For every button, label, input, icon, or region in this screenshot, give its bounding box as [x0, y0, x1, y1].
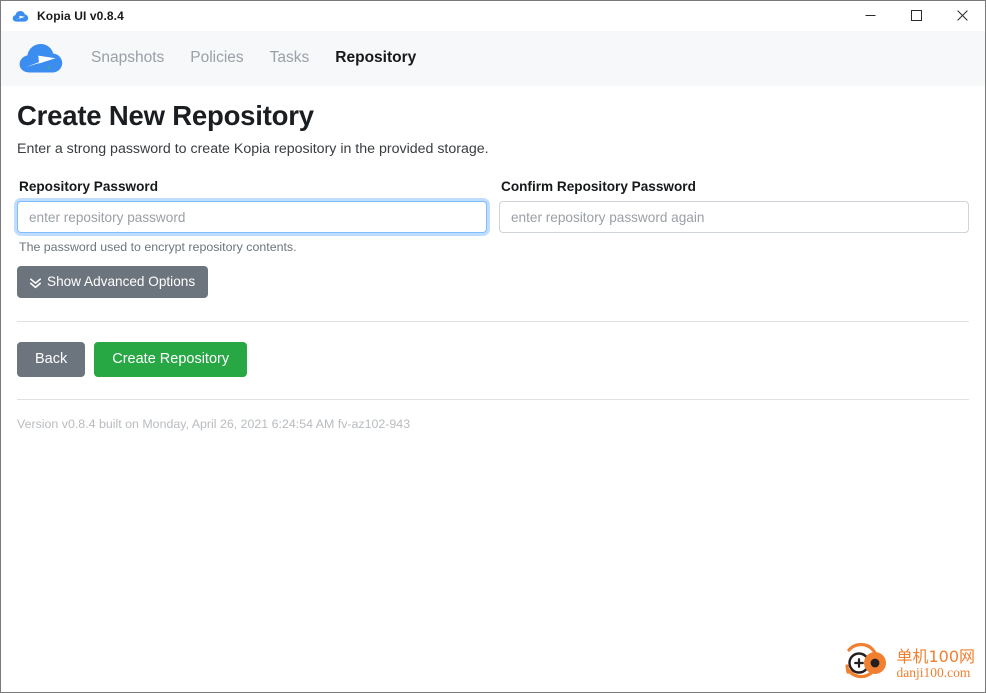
kopia-cloud-logo-icon — [12, 8, 29, 25]
show-advanced-options-label: Show Advanced Options — [47, 274, 196, 290]
app-window: Kopia UI v0.8.4 Snapshots Policies Tasks… — [0, 0, 986, 693]
close-button[interactable] — [939, 1, 985, 32]
nav-link-tasks[interactable]: Tasks — [257, 44, 323, 72]
repository-password-label: Repository Password — [19, 178, 158, 194]
page-subtitle: Enter a strong password to create Kopia … — [17, 141, 489, 158]
password-fields-row: Repository Password The password used to… — [17, 178, 969, 256]
nav-links: Snapshots Policies Tasks Repository — [78, 44, 429, 72]
create-repository-button[interactable]: Create Repository — [94, 342, 248, 377]
minimize-icon — [865, 8, 876, 26]
confirm-repository-password-input[interactable] — [499, 201, 969, 234]
kopia-cloud-brand-icon[interactable] — [17, 41, 64, 77]
close-icon — [956, 8, 968, 26]
version-footer-text: Version v0.8.4 built on Monday, April 26… — [17, 416, 411, 431]
nav-link-snapshots[interactable]: Snapshots — [78, 44, 177, 72]
nav-link-policies[interactable]: Policies — [177, 44, 256, 72]
advanced-options-row: Show Advanced Options — [17, 266, 969, 299]
repository-password-help: The password used to encrypt repository … — [19, 240, 297, 255]
window-controls — [847, 1, 985, 32]
main-content: Create New Repository Enter a strong pas… — [1, 86, 985, 692]
section-divider-top — [17, 321, 969, 323]
window-title: Kopia UI v0.8.4 — [37, 9, 124, 23]
form-actions-row: Back Create Repository — [17, 342, 969, 377]
minimize-button[interactable] — [847, 1, 893, 32]
titlebar-left-group: Kopia UI v0.8.4 — [1, 8, 124, 25]
confirm-repository-password-label: Confirm Repository Password — [501, 178, 696, 194]
confirm-password-field-group: Confirm Repository Password — [499, 178, 969, 256]
main-navbar: Snapshots Policies Tasks Repository — [1, 31, 985, 86]
back-button[interactable]: Back — [17, 342, 86, 377]
page-title: Create New Repository — [17, 100, 314, 131]
maximize-button[interactable] — [893, 1, 939, 32]
nav-link-repository[interactable]: Repository — [322, 44, 429, 72]
create-repository-button-label: Create Repository — [112, 351, 230, 368]
maximize-icon — [910, 8, 922, 26]
chevron-double-down-icon — [30, 276, 41, 289]
back-button-label: Back — [35, 351, 68, 368]
show-advanced-options-button[interactable]: Show Advanced Options — [17, 266, 209, 299]
window-titlebar[interactable]: Kopia UI v0.8.4 — [1, 0, 985, 31]
password-field-group: Repository Password The password used to… — [17, 178, 487, 256]
repository-password-input[interactable] — [17, 201, 487, 234]
